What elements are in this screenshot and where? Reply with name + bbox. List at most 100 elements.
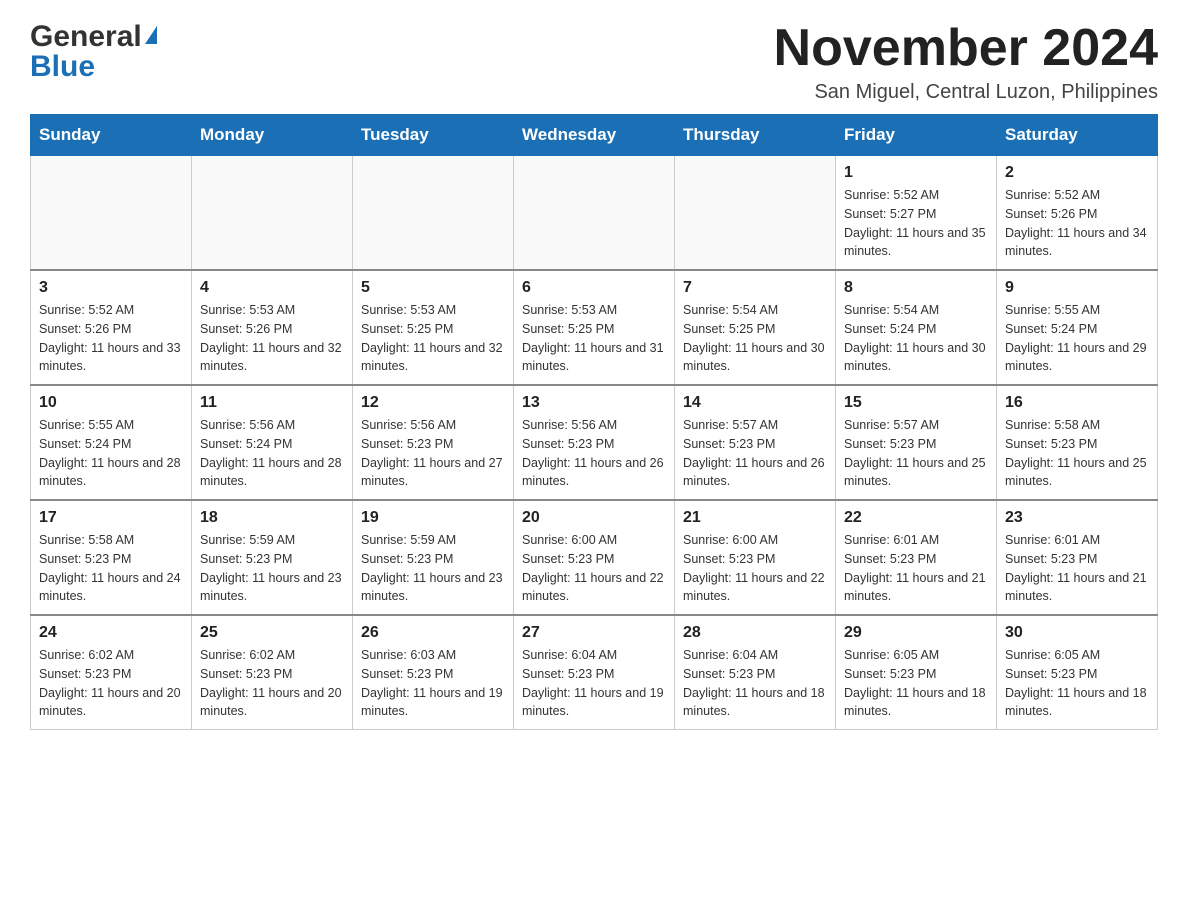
calendar-cell: 8 Sunrise: 5:54 AMSunset: 5:24 PMDaylight… <box>836 270 997 385</box>
day-info: Sunrise: 5:52 AMSunset: 5:27 PMDaylight:… <box>844 186 988 261</box>
calendar-cell: 2 Sunrise: 5:52 AMSunset: 5:26 PMDaylight… <box>997 156 1158 271</box>
calendar-cell: 26 Sunrise: 6:03 AMSunset: 5:23 PMDayligh… <box>353 615 514 730</box>
day-info: Sunrise: 5:58 AMSunset: 5:23 PMDaylight:… <box>1005 416 1149 491</box>
logo-general-text: General <box>30 20 142 54</box>
day-info: Sunrise: 5:59 AMSunset: 5:23 PMDaylight:… <box>200 531 344 606</box>
calendar-cell: 1 Sunrise: 5:52 AMSunset: 5:27 PMDaylight… <box>836 156 997 271</box>
day-info: Sunrise: 6:04 AMSunset: 5:23 PMDaylight:… <box>683 646 827 721</box>
day-info: Sunrise: 5:57 AMSunset: 5:23 PMDaylight:… <box>844 416 988 491</box>
day-info: Sunrise: 6:02 AMSunset: 5:23 PMDaylight:… <box>39 646 183 721</box>
day-number: 23 <box>1005 509 1149 527</box>
day-info: Sunrise: 5:57 AMSunset: 5:23 PMDaylight:… <box>683 416 827 491</box>
calendar-header-row: SundayMondayTuesdayWednesdayThursdayFrid… <box>31 115 1158 156</box>
day-number: 19 <box>361 509 505 527</box>
calendar-cell <box>192 156 353 271</box>
page-header: General Blue November 2024 San Miguel, C… <box>30 20 1158 104</box>
calendar-week-2: 3 Sunrise: 5:52 AMSunset: 5:26 PMDaylight… <box>31 270 1158 385</box>
day-info: Sunrise: 5:56 AMSunset: 5:24 PMDaylight:… <box>200 416 344 491</box>
day-number: 29 <box>844 624 988 642</box>
calendar-cell: 24 Sunrise: 6:02 AMSunset: 5:23 PMDayligh… <box>31 615 192 730</box>
day-number: 2 <box>1005 164 1149 182</box>
calendar-cell: 5 Sunrise: 5:53 AMSunset: 5:25 PMDaylight… <box>353 270 514 385</box>
calendar-cell: 17 Sunrise: 5:58 AMSunset: 5:23 PMDayligh… <box>31 500 192 615</box>
calendar-cell <box>31 156 192 271</box>
day-number: 8 <box>844 279 988 297</box>
calendar-cell: 25 Sunrise: 6:02 AMSunset: 5:23 PMDayligh… <box>192 615 353 730</box>
title-section: November 2024 San Miguel, Central Luzon,… <box>774 20 1158 104</box>
day-number: 5 <box>361 279 505 297</box>
calendar-cell: 7 Sunrise: 5:54 AMSunset: 5:25 PMDaylight… <box>675 270 836 385</box>
day-number: 15 <box>844 394 988 412</box>
day-number: 22 <box>844 509 988 527</box>
day-number: 28 <box>683 624 827 642</box>
column-header-thursday: Thursday <box>675 115 836 156</box>
day-info: Sunrise: 5:55 AMSunset: 5:24 PMDaylight:… <box>1005 301 1149 376</box>
day-number: 13 <box>522 394 666 412</box>
calendar-cell: 23 Sunrise: 6:01 AMSunset: 5:23 PMDayligh… <box>997 500 1158 615</box>
day-info: Sunrise: 5:52 AMSunset: 5:26 PMDaylight:… <box>39 301 183 376</box>
day-number: 3 <box>39 279 183 297</box>
calendar-cell: 6 Sunrise: 5:53 AMSunset: 5:25 PMDaylight… <box>514 270 675 385</box>
day-info: Sunrise: 6:02 AMSunset: 5:23 PMDaylight:… <box>200 646 344 721</box>
day-number: 6 <box>522 279 666 297</box>
calendar-cell: 11Sunrise: 5:56 AMSunset: 5:24 PMDayligh… <box>192 385 353 500</box>
day-info: Sunrise: 5:56 AMSunset: 5:23 PMDaylight:… <box>361 416 505 491</box>
day-number: 17 <box>39 509 183 527</box>
day-number: 16 <box>1005 394 1149 412</box>
day-number: 24 <box>39 624 183 642</box>
calendar-week-3: 10 Sunrise: 5:55 AMSunset: 5:24 PMDayligh… <box>31 385 1158 500</box>
logo: General Blue <box>30 20 157 84</box>
day-info: Sunrise: 6:04 AMSunset: 5:23 PMDaylight:… <box>522 646 666 721</box>
day-info: Sunrise: 6:00 AMSunset: 5:23 PMDaylight:… <box>522 531 666 606</box>
day-number: 27 <box>522 624 666 642</box>
day-number: 4 <box>200 279 344 297</box>
day-info: Sunrise: 5:54 AMSunset: 5:25 PMDaylight:… <box>683 301 827 376</box>
calendar-cell: 4 Sunrise: 5:53 AMSunset: 5:26 PMDaylight… <box>192 270 353 385</box>
calendar-cell: 29 Sunrise: 6:05 AMSunset: 5:23 PMDayligh… <box>836 615 997 730</box>
day-number: 20 <box>522 509 666 527</box>
day-number: 26 <box>361 624 505 642</box>
month-title: November 2024 <box>774 20 1158 77</box>
calendar-cell: 14 Sunrise: 5:57 AMSunset: 5:23 PMDayligh… <box>675 385 836 500</box>
day-number: 21 <box>683 509 827 527</box>
calendar-week-1: 1 Sunrise: 5:52 AMSunset: 5:27 PMDaylight… <box>31 156 1158 271</box>
day-number: 25 <box>200 624 344 642</box>
column-header-friday: Friday <box>836 115 997 156</box>
day-number: 14 <box>683 394 827 412</box>
day-number: 10 <box>39 394 183 412</box>
day-info: Sunrise: 6:01 AMSunset: 5:23 PMDaylight:… <box>1005 531 1149 606</box>
day-number: 7 <box>683 279 827 297</box>
calendar-cell: 16 Sunrise: 5:58 AMSunset: 5:23 PMDayligh… <box>997 385 1158 500</box>
location-title: San Miguel, Central Luzon, Philippines <box>774 81 1158 104</box>
day-number: 18 <box>200 509 344 527</box>
calendar-cell: 13 Sunrise: 5:56 AMSunset: 5:23 PMDayligh… <box>514 385 675 500</box>
day-info: Sunrise: 5:56 AMSunset: 5:23 PMDaylight:… <box>522 416 666 491</box>
calendar-cell: 27 Sunrise: 6:04 AMSunset: 5:23 PMDayligh… <box>514 615 675 730</box>
calendar-cell: 19 Sunrise: 5:59 AMSunset: 5:23 PMDayligh… <box>353 500 514 615</box>
calendar-cell: 20 Sunrise: 6:00 AMSunset: 5:23 PMDayligh… <box>514 500 675 615</box>
logo-blue-text: Blue <box>30 50 95 84</box>
calendar-cell: 28 Sunrise: 6:04 AMSunset: 5:23 PMDayligh… <box>675 615 836 730</box>
column-header-saturday: Saturday <box>997 115 1158 156</box>
day-number: 9 <box>1005 279 1149 297</box>
day-info: Sunrise: 6:03 AMSunset: 5:23 PMDaylight:… <box>361 646 505 721</box>
day-info: Sunrise: 5:52 AMSunset: 5:26 PMDaylight:… <box>1005 186 1149 261</box>
day-number: 1 <box>844 164 988 182</box>
calendar-cell <box>514 156 675 271</box>
calendar-cell <box>353 156 514 271</box>
day-info: Sunrise: 6:00 AMSunset: 5:23 PMDaylight:… <box>683 531 827 606</box>
day-info: Sunrise: 5:53 AMSunset: 5:26 PMDaylight:… <box>200 301 344 376</box>
day-info: Sunrise: 5:54 AMSunset: 5:24 PMDaylight:… <box>844 301 988 376</box>
day-info: Sunrise: 5:59 AMSunset: 5:23 PMDaylight:… <box>361 531 505 606</box>
day-info: Sunrise: 5:53 AMSunset: 5:25 PMDaylight:… <box>361 301 505 376</box>
day-number: 12 <box>361 394 505 412</box>
column-header-monday: Monday <box>192 115 353 156</box>
day-info: Sunrise: 5:58 AMSunset: 5:23 PMDaylight:… <box>39 531 183 606</box>
calendar-cell: 15 Sunrise: 5:57 AMSunset: 5:23 PMDayligh… <box>836 385 997 500</box>
day-info: Sunrise: 5:55 AMSunset: 5:24 PMDaylight:… <box>39 416 183 491</box>
column-header-sunday: Sunday <box>31 115 192 156</box>
day-info: Sunrise: 5:53 AMSunset: 5:25 PMDaylight:… <box>522 301 666 376</box>
day-info: Sunrise: 6:05 AMSunset: 5:23 PMDaylight:… <box>844 646 988 721</box>
calendar-table: SundayMondayTuesdayWednesdayThursdayFrid… <box>30 114 1158 730</box>
calendar-cell: 9 Sunrise: 5:55 AMSunset: 5:24 PMDaylight… <box>997 270 1158 385</box>
